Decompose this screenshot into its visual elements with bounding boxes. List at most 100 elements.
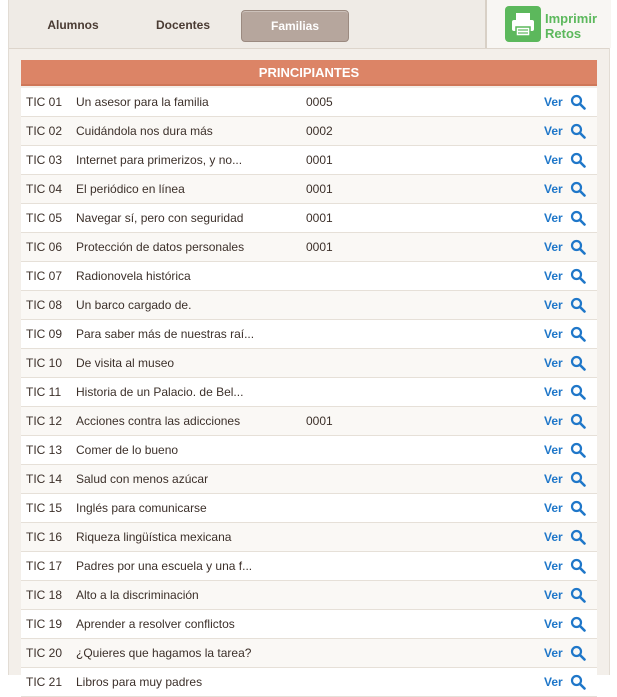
table-row: TIC 07 Radionovela histórica Ver xyxy=(21,262,597,291)
content-frame: Alumnos Docentes Familias Imprimir Retos… xyxy=(8,0,611,697)
row-title: Acciones contra las adicciones xyxy=(76,414,241,428)
row-code: TIC 02 xyxy=(26,124,63,138)
row-count xyxy=(306,436,366,464)
row-code: TIC 10 xyxy=(26,356,63,370)
view-label: Ver xyxy=(544,617,563,631)
view-label: Ver xyxy=(544,124,563,138)
view-button[interactable]: Ver xyxy=(544,436,592,464)
view-label: Ver xyxy=(544,385,563,399)
view-button[interactable]: Ver xyxy=(544,349,592,377)
search-icon xyxy=(570,674,586,690)
row-code: TIC 20 xyxy=(26,646,63,660)
table-row: TIC 09 Para saber más de nuestras raí... V… xyxy=(21,320,597,349)
view-button[interactable]: Ver xyxy=(544,610,592,638)
row-count xyxy=(306,610,366,638)
table-row: TIC 13 Comer de lo bueno Ver xyxy=(21,436,597,465)
table-row: TIC 18 Alto a la discriminación Ver xyxy=(21,581,597,610)
row-code: TIC 09 xyxy=(26,327,63,341)
view-button[interactable]: Ver xyxy=(544,204,592,232)
row-code: TIC 14 xyxy=(26,472,63,486)
print-label[interactable]: Imprimir Retos xyxy=(545,11,611,41)
row-title: Historia de un Palacio. de Bel... xyxy=(76,385,244,399)
print-label-line2: Retos xyxy=(545,26,582,41)
tab-familias[interactable]: Familias xyxy=(241,10,349,42)
top-tab-bar: Alumnos Docentes Familias Imprimir Retos xyxy=(9,0,611,49)
view-button[interactable]: Ver xyxy=(544,320,592,348)
view-button[interactable]: Ver xyxy=(544,233,592,261)
search-icon xyxy=(570,384,586,400)
row-code: TIC 17 xyxy=(26,559,63,573)
view-label: Ver xyxy=(544,646,563,660)
row-count xyxy=(306,291,366,319)
tic-list: TIC 01 Un asesor para la familia 0005 Ver TI… xyxy=(21,88,597,697)
view-button[interactable]: Ver xyxy=(544,146,592,174)
row-count xyxy=(306,494,366,522)
search-icon xyxy=(570,442,586,458)
view-label: Ver xyxy=(544,269,563,283)
row-code: TIC 06 xyxy=(26,240,63,254)
search-icon xyxy=(570,123,586,139)
table-row: TIC 12 Acciones contra las adicciones 0001… xyxy=(21,407,597,436)
row-count xyxy=(306,581,366,609)
search-icon xyxy=(570,471,586,487)
view-button[interactable]: Ver xyxy=(544,639,592,667)
row-code: TIC 12 xyxy=(26,414,63,428)
row-count xyxy=(306,639,366,667)
row-count xyxy=(306,465,366,493)
search-icon xyxy=(570,268,586,284)
view-button[interactable]: Ver xyxy=(544,88,592,116)
table-row: TIC 11 Historia de un Palacio. de Bel... V… xyxy=(21,378,597,407)
row-title: Aprender a resolver conflictos xyxy=(76,617,235,631)
search-icon xyxy=(570,94,586,110)
view-button[interactable]: Ver xyxy=(544,465,592,493)
row-title: El periódico en línea xyxy=(76,182,185,196)
row-code: TIC 07 xyxy=(26,269,63,283)
view-label: Ver xyxy=(544,472,563,486)
search-icon xyxy=(570,413,586,429)
row-count: 0001 xyxy=(306,414,333,428)
row-code: TIC 16 xyxy=(26,530,63,544)
row-title: ¿Quieres que hagamos la tarea? xyxy=(76,646,252,660)
view-button[interactable]: Ver xyxy=(544,494,592,522)
row-code: TIC 15 xyxy=(26,501,63,515)
view-button[interactable]: Ver xyxy=(544,668,592,696)
row-code: TIC 21 xyxy=(26,675,63,689)
row-title: Cuidándola nos dura más xyxy=(76,124,213,138)
view-button[interactable]: Ver xyxy=(544,117,592,145)
search-icon xyxy=(570,210,586,226)
view-button[interactable]: Ver xyxy=(544,175,592,203)
row-count xyxy=(306,320,366,348)
view-button[interactable]: Ver xyxy=(544,407,592,435)
row-count: 0001 xyxy=(306,153,333,167)
search-icon xyxy=(570,326,586,342)
row-code: TIC 03 xyxy=(26,153,63,167)
row-count: 0002 xyxy=(306,124,333,138)
search-icon xyxy=(570,239,586,255)
section-header: PRINCIPIANTES xyxy=(21,60,597,86)
row-count xyxy=(306,262,366,290)
view-button[interactable]: Ver xyxy=(544,291,592,319)
row-title: Radionovela histórica xyxy=(76,269,191,283)
row-count: 0001 xyxy=(306,240,333,254)
view-button[interactable]: Ver xyxy=(544,262,592,290)
table-row: TIC 04 El periódico en línea 0001 Ver xyxy=(21,175,597,204)
search-icon xyxy=(570,181,586,197)
row-code: TIC 13 xyxy=(26,443,63,457)
table-row: TIC 21 Libros para muy padres Ver xyxy=(21,668,597,697)
row-code: TIC 05 xyxy=(26,211,63,225)
table-row: TIC 20 ¿Quieres que hagamos la tarea? Ver xyxy=(21,639,597,668)
view-label: Ver xyxy=(544,588,563,602)
view-label: Ver xyxy=(544,443,563,457)
row-title: Un barco cargado de. xyxy=(76,298,192,312)
view-button[interactable]: Ver xyxy=(544,552,592,580)
print-button[interactable] xyxy=(505,6,541,42)
table-row: TIC 15 Inglés para comunicarse Ver xyxy=(21,494,597,523)
row-title: Protección de datos personales xyxy=(76,240,245,254)
search-icon xyxy=(570,558,586,574)
view-button[interactable]: Ver xyxy=(544,581,592,609)
view-button[interactable]: Ver xyxy=(544,523,592,551)
view-button[interactable]: Ver xyxy=(544,378,592,406)
tab-alumnos[interactable]: Alumnos xyxy=(37,10,109,40)
row-title: Padres por una escuela y una f... xyxy=(76,559,253,573)
tab-docentes[interactable]: Docentes xyxy=(147,10,219,40)
